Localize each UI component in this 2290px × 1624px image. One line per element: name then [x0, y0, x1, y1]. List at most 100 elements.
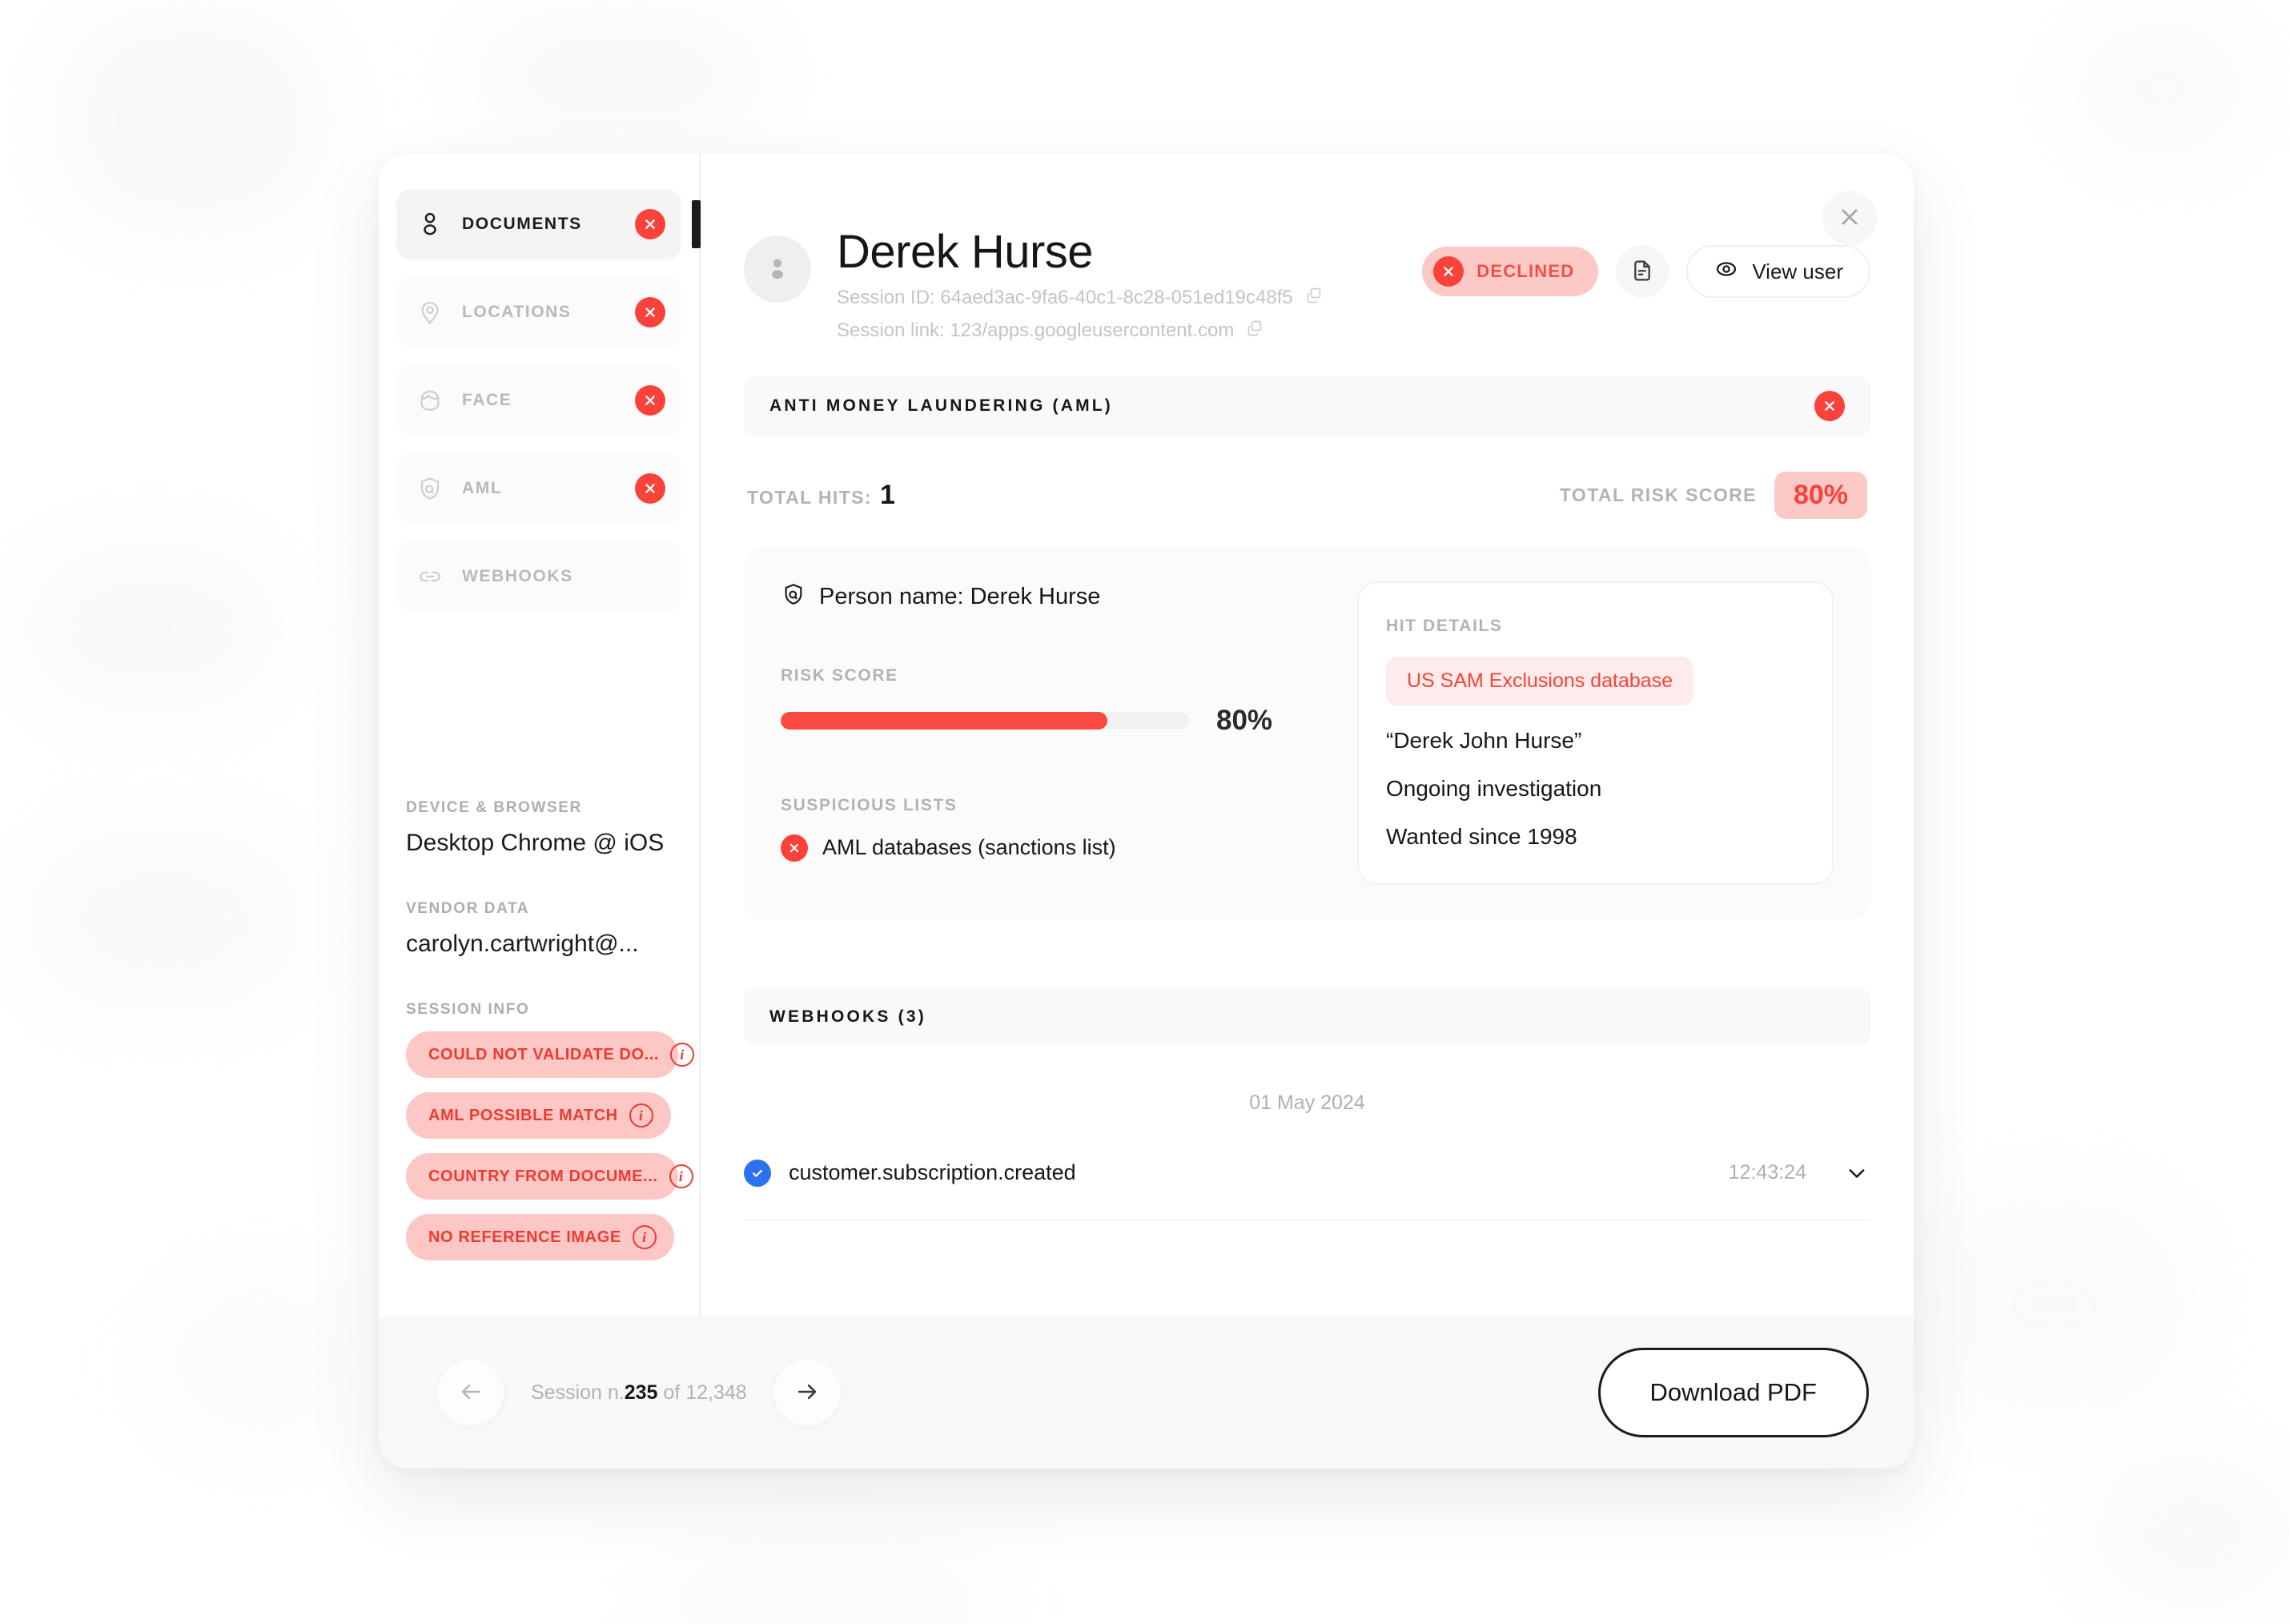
device-browser-label: DEVICE & BROWSER	[406, 799, 582, 816]
hit-database-badge: US SAM Exclusions database	[1386, 656, 1694, 705]
sidebar: DOCUMENTS LOCATIONS FACE AML WEBHOOKS DE…	[379, 154, 701, 1316]
sidebar-item-documents[interactable]: DOCUMENTS	[396, 189, 701, 259]
suspicious-lists-block: SUSPICIOUS LISTS AML databases (sanction…	[781, 796, 1314, 862]
total-hits-value: 1	[879, 479, 897, 510]
success-check-icon	[744, 1159, 771, 1187]
risk-score-block: RISK SCORE 80%	[781, 666, 1314, 737]
session-info-tags: COULD NOT VALIDATE DO... i AML POSSIBLE …	[406, 1031, 695, 1260]
modal-footer: Session n.235 of 12,348 Download PDF	[379, 1316, 1914, 1469]
status-badge-label: DECLINED	[1476, 261, 1575, 281]
risk-score-progress	[781, 711, 1189, 730]
session-detail-modal: DOCUMENTS LOCATIONS FACE AML WEBHOOKS DE…	[379, 154, 1914, 1469]
table-row[interactable]: customer.subscription.created 12:43:24	[744, 1159, 1870, 1220]
status-badge-error	[1814, 390, 1845, 421]
status-badge-error	[635, 473, 665, 504]
session-info-tag[interactable]: COUNTRY FROM DOCUME... i	[406, 1153, 693, 1200]
view-user-button[interactable]: View user	[1686, 245, 1870, 298]
pager-current: 235	[624, 1381, 658, 1404]
hit-detail-line: Ongoing investigation	[1386, 775, 1602, 801]
person-icon	[414, 208, 446, 240]
header-actions: DECLINED View user	[1422, 245, 1870, 298]
shield-search-icon	[414, 472, 446, 504]
device-browser-block: DEVICE & BROWSER Desktop Chrome @ iOS	[396, 799, 681, 857]
webhooks-date: 01 May 2024	[1249, 1091, 1365, 1114]
copy-icon[interactable]	[1245, 319, 1264, 344]
session-info-tag[interactable]: NO REFERENCE IMAGE i	[406, 1214, 674, 1260]
hit-person-name-label: Person name: Derek Hurse	[819, 584, 1101, 610]
sidebar-item-label: FACE	[462, 391, 512, 409]
session-info-tag-label: COUNTRY FROM DOCUME...	[428, 1167, 658, 1185]
vendor-data-label: VENDOR DATA	[406, 900, 530, 917]
aml-hit-left: Person name: Derek Hurse RISK SCORE 80% …	[781, 581, 1322, 885]
sidebar-item-aml[interactable]: AML	[396, 453, 681, 524]
main-content: Derek Hurse Session ID: 64aed3ac-9fa6-40…	[701, 154, 1914, 1316]
webhooks-section-header[interactable]: WEBHOOKS (3)	[744, 987, 1870, 1047]
close-button[interactable]	[1822, 191, 1877, 245]
background-blob	[657, 1554, 993, 1624]
location-pin-icon	[414, 296, 446, 328]
shield-search-icon	[781, 581, 806, 613]
copy-icon[interactable]	[1304, 286, 1324, 311]
background-blob	[2098, 1473, 2290, 1594]
report-button[interactable]	[1616, 245, 1669, 298]
suspicious-lists-label: SUSPICIOUS LISTS	[781, 795, 958, 814]
session-id-row: Session ID: 64aed3ac-9fa6-40c1-8c28-051e…	[837, 286, 1422, 311]
hit-details-panel: HIT DETAILS US SAM Exclusions database “…	[1357, 581, 1834, 885]
aml-hit-card: Person name: Derek Hurse RISK SCORE 80% …	[744, 545, 1870, 920]
hit-detail-line: Wanted since 1998	[1386, 823, 1577, 849]
info-icon[interactable]: i	[629, 1103, 653, 1128]
download-pdf-button[interactable]: Download PDF	[1597, 1348, 1869, 1437]
vendor-data-block: VENDOR DATA carolyn.cartwright@...	[396, 900, 681, 958]
info-icon[interactable]: i	[670, 1043, 695, 1067]
list-item-label: AML databases (sanctions list)	[822, 835, 1116, 860]
info-icon[interactable]: i	[669, 1164, 693, 1188]
session-link-text: Session link: 123/apps.googleusercontent…	[837, 320, 1235, 342]
background-blob	[32, 561, 272, 697]
background-blob	[480, 32, 761, 120]
session-info-tag-label: AML POSSIBLE MATCH	[428, 1106, 618, 1124]
list-item: AML databases (sanctions list)	[781, 834, 1314, 862]
aml-section-title: ANTI MONEY LAUNDERING (AML)	[769, 396, 1113, 415]
session-info-tag[interactable]: AML POSSIBLE MATCH i	[406, 1092, 671, 1139]
aml-stats-row: TOTAL HITS: 1 TOTAL RISK SCORE 80%	[744, 471, 1870, 519]
close-icon	[1838, 206, 1861, 231]
session-info-tag-label: COULD NOT VALIDATE DO...	[428, 1045, 660, 1063]
pager-suffix: of 12,348	[657, 1381, 747, 1404]
webhook-event-name: customer.subscription.created	[789, 1160, 1076, 1185]
page-title: Derek Hurse	[837, 226, 1094, 278]
status-badge-error	[635, 297, 665, 328]
status-badge-error	[635, 385, 665, 416]
total-hits: TOTAL HITS: 1	[747, 480, 896, 511]
active-indicator	[692, 200, 701, 248]
error-x-icon	[781, 834, 808, 862]
header-text: Derek Hurse Session ID: 64aed3ac-9fa6-40…	[837, 227, 1422, 344]
background-blob	[32, 841, 296, 1001]
sidebar-item-label: LOCATIONS	[462, 303, 572, 321]
chevron-down-icon[interactable]	[1843, 1160, 1870, 1187]
sidebar-item-label: DOCUMENTS	[462, 215, 582, 233]
info-icon[interactable]: i	[632, 1225, 657, 1249]
background-blob	[160, 1281, 360, 1441]
error-x-icon	[1433, 256, 1464, 287]
total-hits-label: TOTAL HITS:	[747, 486, 872, 508]
arrow-right-icon	[793, 1378, 821, 1408]
hit-person-name: Person name: Derek Hurse	[781, 581, 1314, 613]
sidebar-item-face[interactable]: FACE	[396, 365, 681, 436]
risk-score-progress-fill	[781, 711, 1107, 730]
pagination-label: Session n.235 of 12,348	[531, 1381, 747, 1405]
previous-session-button[interactable]	[438, 1360, 504, 1425]
sidebar-item-webhooks[interactable]: WEBHOOKS	[396, 541, 681, 612]
pager-prefix: Session n.	[531, 1381, 625, 1404]
status-badge-declined: DECLINED	[1422, 247, 1599, 296]
next-session-button[interactable]	[773, 1360, 840, 1425]
aml-section-header[interactable]: ANTI MONEY LAUNDERING (AML)	[744, 375, 1870, 436]
document-report-icon	[1629, 258, 1655, 286]
view-user-label: View user	[1752, 259, 1843, 283]
session-info-label: SESSION INFO	[406, 1001, 530, 1018]
sidebar-item-locations[interactable]: LOCATIONS	[396, 277, 681, 348]
session-info-tag[interactable]: COULD NOT VALIDATE DO... i	[406, 1031, 695, 1078]
risk-score-bar-row: 80%	[781, 705, 1314, 737]
webhook-event-time: 12:43:24	[1728, 1161, 1806, 1184]
status-badge-error	[635, 209, 665, 239]
